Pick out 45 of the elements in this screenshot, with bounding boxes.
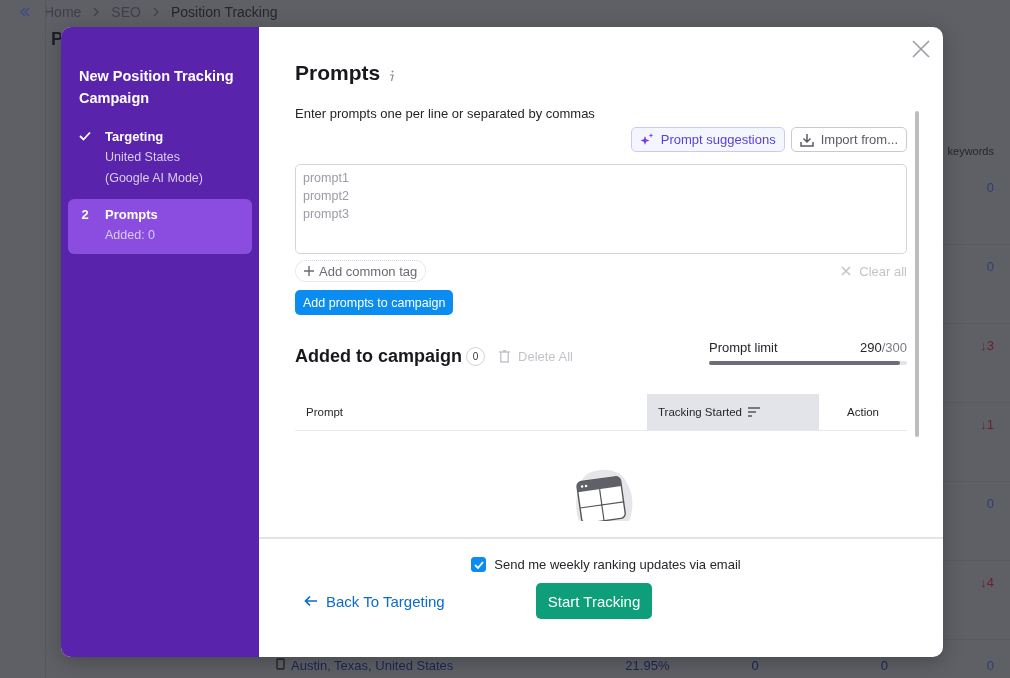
table-cell: 21.95% xyxy=(625,658,670,673)
column-header: keywords xyxy=(947,145,994,157)
sort-icon xyxy=(747,407,760,417)
column-header[interactable]: Prompt xyxy=(295,394,647,430)
email-checkbox[interactable] xyxy=(471,557,487,572)
step-item[interactable]: 2 Prompts Added: 0 xyxy=(68,199,252,254)
download-icon xyxy=(799,132,814,147)
step-title: Prompts xyxy=(105,206,158,224)
trash-icon xyxy=(499,350,510,363)
prompts-field[interactable]: prompt1 prompt2 prompt3 xyxy=(295,164,907,254)
scrollbar[interactable] xyxy=(915,111,919,437)
table-cell: ↓4 xyxy=(980,575,994,590)
dialog-title: Prompts xyxy=(295,61,381,85)
device-icon xyxy=(276,658,285,670)
step-item[interactable]: Targeting United States (Google AI Mode) xyxy=(68,121,252,197)
table-cell: 0 xyxy=(880,658,888,673)
prompt-suggestions-button[interactable]: Prompt suggestions xyxy=(630,127,785,152)
step-detail: (Google AI Mode) xyxy=(105,170,203,187)
step-detail: Added: 0 xyxy=(105,227,157,244)
table-cell: 0 xyxy=(751,658,759,673)
close-icon xyxy=(841,266,852,276)
start-tracking-button[interactable]: Start Tracking xyxy=(535,583,653,619)
instructions-text: Enter prompts one per line or separated by commas xyxy=(295,106,596,121)
arrow-left-icon xyxy=(304,595,318,607)
sparkle-icon xyxy=(639,132,654,147)
back-link[interactable]: Back To Targeting xyxy=(304,592,445,610)
import-button[interactable]: Import from... xyxy=(790,127,907,152)
step-number: 2 xyxy=(80,206,90,224)
step-detail: United States xyxy=(105,149,182,166)
step-title: Targeting xyxy=(105,128,165,146)
plus-icon xyxy=(304,266,314,276)
add-tag-button[interactable]: Add common tag xyxy=(295,260,427,282)
limit-count: 290/300 xyxy=(860,340,907,355)
limit-label: Prompt limit xyxy=(709,340,778,355)
column-header[interactable]: Tracking Started xyxy=(647,394,819,430)
double-chevron-icon xyxy=(20,8,30,16)
add-prompts-button[interactable]: Add prompts to campaign xyxy=(295,290,454,315)
table-cell: ↓3 xyxy=(980,338,994,353)
info-icon[interactable] xyxy=(388,70,397,82)
checkbox-label: Send me weekly ranking updates via email xyxy=(494,557,741,572)
table-cell: ↓1 xyxy=(980,417,994,432)
section-title: Added to campaign xyxy=(295,346,462,367)
column-header[interactable]: Action xyxy=(819,394,907,430)
sidebar-title: New Position Tracking Campaign xyxy=(78,67,235,108)
close-button[interactable] xyxy=(911,39,931,59)
